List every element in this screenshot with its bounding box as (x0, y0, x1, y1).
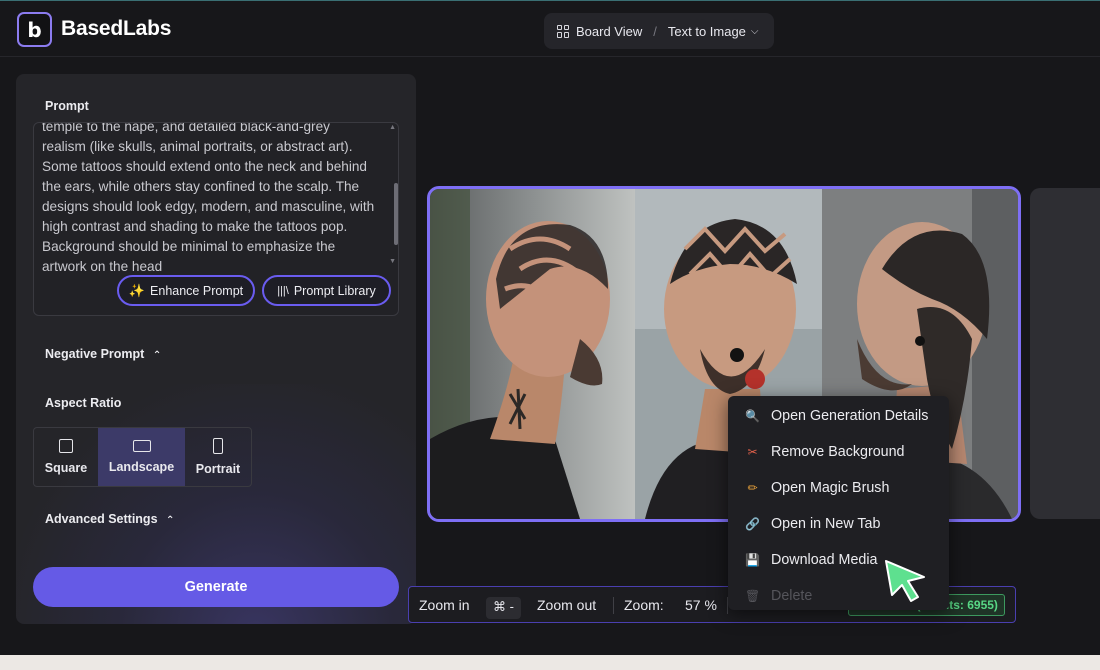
scissors-icon: ✂ (747, 445, 758, 459)
image-panel-left (430, 189, 635, 519)
chevron-down-icon[interactable]: ⌵ (751, 26, 759, 37)
floppy-icon: 💾 (745, 553, 760, 567)
prompt-text[interactable]: temple to the nape, and detailed black-a… (42, 123, 377, 277)
enhance-prompt-button[interactable]: ✨ Enhance Prompt (117, 275, 255, 306)
aspect-ratio-selector: Square Landscape Portrait (33, 427, 252, 487)
logo-icon[interactable]: b (17, 12, 52, 47)
zoom-out-button[interactable]: Zoom out (537, 597, 596, 613)
brand-name[interactable]: BasedLabs (61, 17, 171, 41)
generate-button[interactable]: Generate (33, 567, 399, 607)
prompt-textarea[interactable]: temple to the nape, and detailed black-a… (33, 122, 399, 316)
next-image-card[interactable] (1030, 188, 1100, 519)
aspect-square-option[interactable]: Square (34, 428, 98, 486)
top-bar: b BasedLabs Board View / Text to Image ⌵ (0, 0, 1100, 57)
os-taskbar (0, 655, 1100, 670)
board-view-icon (557, 24, 570, 38)
breadcrumb-mode[interactable]: Text to Image (668, 24, 746, 39)
advanced-settings-toggle[interactable]: Advanced Settings ⌃ (45, 512, 174, 526)
scroll-up-icon[interactable]: ▲ (389, 124, 396, 131)
chevron-up-icon: ⌃ (152, 350, 162, 361)
zoom-in-button[interactable]: Zoom in (419, 597, 470, 613)
library-icon: |||\ (277, 284, 289, 297)
menu-item-download[interactable]: 💾 Download Media (745, 550, 877, 570)
command-key-icon: ⌘ - (486, 597, 521, 619)
aspect-landscape-option[interactable]: Landscape (98, 428, 185, 486)
brush-icon: ✏ (747, 481, 758, 495)
menu-item-remove-background[interactable]: ✂ Remove Background (745, 442, 904, 462)
prompt-library-button[interactable]: |||\ Prompt Library (262, 275, 391, 306)
portrait-icon (213, 438, 223, 454)
prompt-scrollbar[interactable] (394, 183, 398, 245)
mouse-cursor-icon (885, 560, 925, 602)
menu-item-new-tab[interactable]: 🔗 Open in New Tab (745, 514, 880, 534)
magnifier-icon: 🔍 (745, 409, 760, 423)
sparkle-icon: ✨ (128, 282, 146, 298)
prompt-label: Prompt (45, 99, 89, 113)
settings-panel: Prompt temple to the nape, and detailed … (16, 74, 416, 624)
scroll-down-icon[interactable]: ▼ (389, 258, 396, 265)
link-icon: 🔗 (745, 517, 760, 531)
menu-item-delete[interactable]: 🗑 Delete (745, 586, 812, 606)
zoom-value[interactable]: 57 % (685, 597, 717, 613)
landscape-icon (132, 440, 151, 452)
breadcrumb[interactable]: Board View / Text to Image ⌵ (544, 13, 774, 49)
zoom-label: Zoom: (624, 597, 664, 613)
breadcrumb-board-view[interactable]: Board View (576, 24, 642, 39)
menu-item-generation-details[interactable]: 🔍 Open Generation Details (745, 406, 928, 426)
negative-prompt-toggle[interactable]: Negative Prompt ⌃ (45, 347, 161, 361)
aspect-portrait-option[interactable]: Portrait (185, 428, 251, 486)
menu-item-magic-brush[interactable]: ✏ Open Magic Brush (745, 478, 889, 498)
trash-icon: 🗑 (745, 589, 761, 603)
toolbar-divider (613, 597, 614, 614)
breadcrumb-separator: / (653, 23, 657, 39)
chevron-up-icon: ⌃ (166, 515, 175, 526)
aspect-ratio-label: Aspect Ratio (45, 396, 122, 410)
square-icon (59, 439, 73, 453)
